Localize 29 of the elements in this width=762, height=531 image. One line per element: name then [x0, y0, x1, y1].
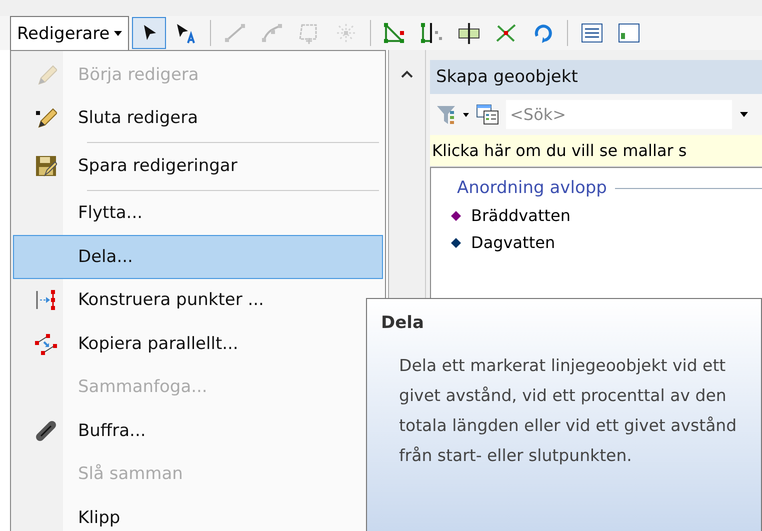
organize-templates-button[interactable] [476, 104, 500, 126]
copy-parallel-icon [34, 332, 58, 355]
template-item[interactable]: Dagvatten [471, 233, 556, 252]
bar-icon [456, 21, 482, 45]
caret-icon [740, 112, 748, 117]
pencil-icon [35, 107, 57, 130]
editor-menu-button[interactable]: Redigerare [10, 16, 129, 50]
table-icon [578, 21, 605, 45]
pencil-icon [35, 64, 57, 86]
menu-item[interactable]: Flytta... [13, 192, 383, 235]
tooltip-title: Dela [381, 313, 425, 333]
notice-bar[interactable]: Klicka här om du vill se mallar s [430, 135, 762, 167]
scroll-up-icon[interactable] [401, 70, 413, 78]
split-icon [418, 21, 445, 45]
menu-item[interactable]: Sluta redigera [13, 96, 383, 140]
panel-title: Skapa geoobjekt [430, 60, 762, 94]
filter-button[interactable] [436, 104, 470, 126]
search-field[interactable]: <Sök> [506, 100, 732, 129]
menu-item[interactable]: Dela... [13, 235, 383, 278]
tooltip-text: Dela ett markerat linjegeoobjekt vid ett givet avstånd, vid ett procenttal av den totala längden eller vid ett givet avstånd från start- eller slutpunkten. [399, 355, 738, 467]
window-icon [616, 21, 642, 45]
pointer-tool-button[interactable] [132, 17, 166, 49]
construct-points-icon [35, 289, 57, 312]
caret-icon [114, 31, 122, 36]
save-icon [35, 154, 57, 177]
buffer-icon [35, 420, 57, 442]
menu-item[interactable]: Spara redigeringar [13, 144, 383, 188]
group-heading: Anordning avlopp [457, 178, 607, 198]
template-item[interactable]: Bräddvatten [471, 206, 570, 225]
